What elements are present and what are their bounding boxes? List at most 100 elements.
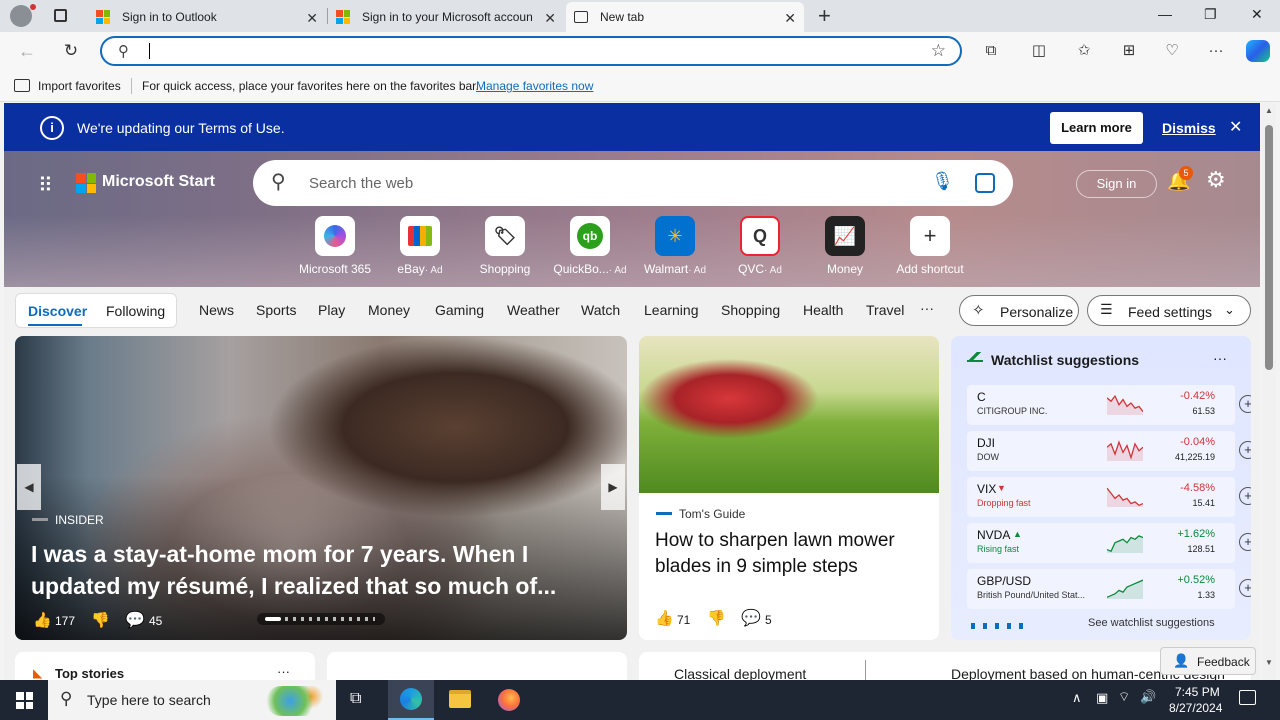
feedback-button[interactable]: 👤 Feedback — [1160, 647, 1256, 675]
nav-play[interactable]: Play — [318, 302, 345, 318]
extensions-icon[interactable]: ⧉ — [982, 42, 1000, 60]
firefox-icon[interactable] — [498, 689, 520, 711]
nav-travel[interactable]: Travel — [866, 302, 904, 318]
nav-shopping[interactable]: Shopping — [721, 302, 780, 318]
dislike-icon[interactable]: 👎 — [91, 611, 110, 629]
shortcut-money[interactable]: 📈 Money — [800, 216, 890, 276]
wifi-icon[interactable]: ⌔ — [1118, 689, 1130, 705]
nav-money[interactable]: Money — [368, 302, 410, 318]
shortcut-microsoft-365[interactable]: Microsoft 365 — [290, 216, 380, 276]
watchlist-row[interactable]: C CITIGROUP INC. -0.42% 61.53 + — [967, 385, 1251, 425]
tab-outlook[interactable]: Sign in to Outlook ✕ — [88, 2, 326, 32]
nav-weather[interactable]: Weather — [507, 302, 560, 318]
dislike-icon[interactable]: 👎 — [707, 609, 726, 627]
comment-icon[interactable]: 💬 — [741, 608, 761, 628]
windows-start-icon[interactable] — [16, 692, 33, 709]
see-watchlist-link[interactable]: See watchlist suggestions — [1088, 617, 1215, 629]
add-to-watchlist-button[interactable]: + — [1239, 533, 1251, 551]
carousel-next-button[interactable]: ▶ — [601, 464, 625, 510]
show-hidden-icons[interactable]: ∧ — [1072, 690, 1082, 706]
article-title[interactable]: How to sharpen lawn mower blades in 9 si… — [655, 528, 929, 580]
nav-sports[interactable]: Sports — [256, 302, 296, 318]
dismiss-link[interactable]: Dismiss — [1162, 120, 1216, 136]
shortcut-shopping[interactable]: 🏷 Shopping — [460, 216, 550, 276]
nav-learning[interactable]: Learning — [644, 302, 699, 318]
microphone-icon[interactable]: 🎙 — [931, 171, 954, 192]
address-bar[interactable]: ⚲ ☆ — [100, 36, 962, 66]
add-to-watchlist-button[interactable]: + — [1239, 579, 1251, 597]
feed-card[interactable] — [327, 652, 627, 680]
collections-icon[interactable]: ⊞ — [1120, 42, 1138, 60]
close-banner-icon[interactable]: ✕ — [1229, 117, 1242, 137]
close-tab-icon[interactable]: ✕ — [784, 10, 796, 27]
add-to-watchlist-button[interactable]: + — [1239, 487, 1251, 505]
tab-following[interactable]: Following — [106, 303, 165, 319]
browser-essentials-icon[interactable]: ♡ — [1163, 42, 1181, 60]
nav-more-button[interactable]: ··· — [920, 300, 934, 316]
visual-search-icon[interactable] — [975, 173, 995, 193]
hero-article-card[interactable]: ◀ ▶ INSIDER I was a stay-at-home mom for… — [15, 336, 627, 640]
favorites-icon[interactable]: ✩ — [1075, 42, 1093, 60]
more-options-icon[interactable]: ··· — [277, 664, 290, 679]
notification-center-icon[interactable] — [1239, 690, 1256, 705]
taskbar-search-box[interactable]: ⚲ Type here to search — [48, 680, 336, 720]
scroll-down-icon[interactable]: ▼ — [1265, 658, 1273, 667]
tab-new-tab[interactable]: New tab ✕ — [566, 2, 804, 32]
personalize-button[interactable]: ✧ Personalize — [959, 295, 1079, 326]
settings-more-icon[interactable]: ··· — [1207, 42, 1225, 60]
nav-health[interactable]: Health — [803, 302, 843, 318]
shortcut-walmart[interactable]: ✳ Walmart· Ad — [630, 216, 720, 276]
watchlist-row[interactable]: VIX ▼ Dropping fast -4.58% 15.41 + — [967, 477, 1251, 517]
nav-news[interactable]: News — [199, 302, 234, 318]
minimize-icon[interactable]: — — [1158, 6, 1172, 22]
refresh-icon[interactable]: ↻ — [62, 42, 80, 60]
new-tab-button[interactable]: + — [818, 3, 831, 29]
split-screen-icon[interactable]: ◫ — [1030, 42, 1048, 60]
nav-gaming[interactable]: Gaming — [435, 302, 484, 318]
side-article-card[interactable]: Tom's Guide How to sharpen lawn mower bl… — [639, 336, 939, 640]
shortcut-qvc[interactable]: Q QVC· Ad — [715, 216, 805, 276]
network-icon[interactable]: ▣ — [1096, 690, 1108, 706]
like-icon[interactable]: 👍 — [33, 611, 52, 629]
close-tab-icon[interactable]: ✕ — [544, 10, 556, 27]
watchlist-row[interactable]: GBP/USD British Pound/United Stat... +0.… — [967, 569, 1251, 609]
clock-time[interactable]: 7:45 PM — [1175, 685, 1220, 699]
add-to-watchlist-button[interactable]: + — [1239, 441, 1251, 459]
file-explorer-icon[interactable] — [449, 690, 471, 708]
watchlist-more-button[interactable]: ··· — [1213, 350, 1227, 366]
tab-actions-icon[interactable] — [54, 9, 67, 22]
watchlist-row[interactable]: NVDA ▲ Rising fast +1.62% 128.51 + — [967, 523, 1251, 563]
restore-icon[interactable]: ❐ — [1204, 6, 1217, 23]
article-title[interactable]: I was a stay-at-home mom for 7 years. Wh… — [31, 538, 591, 602]
carousel-prev-button[interactable]: ◀ — [17, 464, 41, 510]
web-search-box[interactable]: ⚲ Search the web 🎙 — [253, 160, 1013, 206]
edge-taskbar-icon[interactable] — [388, 680, 434, 720]
shortcut-quickbooks[interactable]: qb QuickBo...· Ad — [545, 216, 635, 276]
comment-icon[interactable]: 💬 — [125, 610, 145, 630]
like-icon[interactable]: 👍 — [655, 609, 674, 627]
tab-microsoft-account[interactable]: Sign in to your Microsoft accoun ✕ — [328, 2, 564, 32]
tab-discover[interactable]: Discover — [28, 303, 87, 319]
shortcut-ebay[interactable]: eBay· Ad — [375, 216, 465, 276]
manage-favorites-link[interactable]: Manage favorites now — [476, 79, 593, 93]
back-icon[interactable]: ← — [18, 42, 36, 60]
clock-date[interactable]: 8/27/2024 — [1169, 701, 1222, 715]
add-shortcut-button[interactable]: + Add shortcut — [885, 216, 975, 276]
scroll-up-icon[interactable]: ▲ — [1265, 106, 1273, 115]
learn-more-button[interactable]: Learn more — [1050, 112, 1143, 144]
favorite-star-icon[interactable]: ☆ — [931, 41, 946, 61]
page-scrollbar[interactable]: ▲ ▼ — [1262, 103, 1276, 680]
feed-settings-button[interactable]: ☰ Feed settings ⌄ — [1087, 295, 1251, 326]
volume-icon[interactable]: 🔊 — [1140, 689, 1156, 705]
nav-watch[interactable]: Watch — [581, 302, 620, 318]
sign-in-button[interactable]: Sign in — [1076, 170, 1157, 198]
app-launcher-icon[interactable]: ⠿ — [38, 173, 53, 198]
copilot-icon[interactable] — [1246, 40, 1270, 62]
import-favorites-button[interactable]: Import favorites — [38, 79, 121, 93]
profile-icon[interactable] — [10, 5, 32, 27]
watchlist-row[interactable]: DJI DOW -0.04% 41,225.19 + — [967, 431, 1251, 471]
scroll-thumb[interactable] — [1265, 125, 1273, 370]
add-to-watchlist-button[interactable]: + — [1239, 395, 1251, 413]
page-settings-icon[interactable]: ⚙ — [1206, 167, 1226, 193]
task-view-icon[interactable]: ⧉ — [350, 690, 361, 708]
